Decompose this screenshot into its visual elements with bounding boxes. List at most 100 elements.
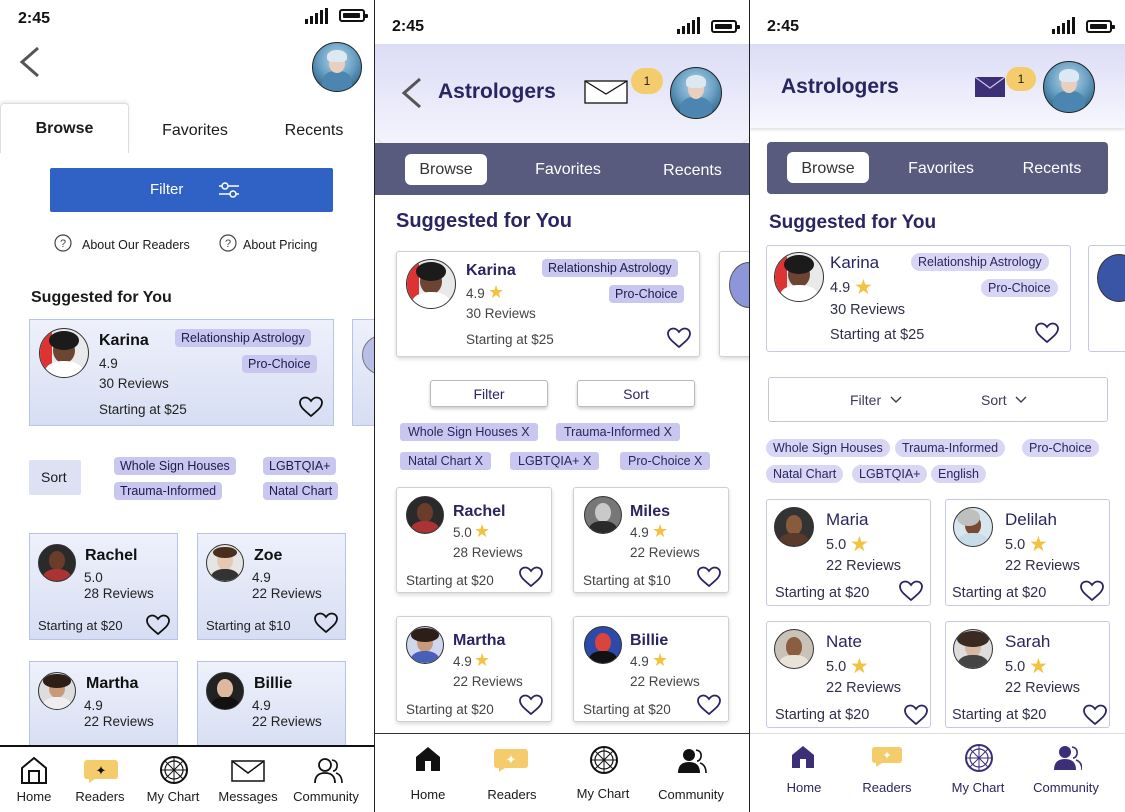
chart-wheel-icon[interactable] bbox=[964, 743, 994, 773]
filter-tag[interactable]: Natal Chart bbox=[766, 465, 844, 483]
reader-rating: 4.9 bbox=[830, 280, 851, 296]
home-icon[interactable] bbox=[19, 755, 49, 785]
nav-messages[interactable]: Messages bbox=[217, 789, 279, 804]
heart-icon[interactable] bbox=[519, 566, 543, 588]
chevron-down-icon[interactable] bbox=[889, 395, 903, 404]
tab-browse-label[interactable]: Browse bbox=[787, 160, 869, 178]
nav-community[interactable]: Community bbox=[653, 787, 729, 802]
heart-icon[interactable] bbox=[899, 580, 923, 602]
mail-icon[interactable] bbox=[584, 80, 628, 104]
profile-avatar[interactable] bbox=[312, 42, 362, 92]
reader-name: Zoe bbox=[254, 547, 283, 564]
about-pricing-link[interactable]: About Pricing bbox=[243, 238, 317, 252]
filter-dropdown[interactable]: Filter bbox=[850, 392, 881, 408]
profile-avatar[interactable] bbox=[670, 67, 722, 119]
heart-icon[interactable] bbox=[697, 566, 721, 588]
community-icon[interactable] bbox=[1054, 745, 1082, 771]
billie-avatar bbox=[206, 672, 244, 710]
nav-home[interactable]: Home bbox=[4, 789, 64, 804]
nav-home[interactable]: Home bbox=[774, 780, 834, 795]
sort-dropdown[interactable]: Sort bbox=[981, 392, 1007, 408]
mail-icon[interactable] bbox=[231, 760, 265, 782]
reader-price: Starting at $20 bbox=[38, 618, 123, 633]
chart-wheel-icon[interactable] bbox=[159, 755, 189, 785]
back-arrow-icon[interactable] bbox=[400, 77, 424, 109]
tab-recents[interactable]: Recents bbox=[650, 162, 735, 180]
screen-browse-v3: 2:45 Astrologers 1 Browse Favorites Rece… bbox=[750, 0, 1125, 812]
heart-icon[interactable] bbox=[1080, 580, 1104, 602]
sarah-avatar bbox=[953, 629, 993, 669]
star-icon: ★ bbox=[488, 282, 505, 302]
heart-icon[interactable] bbox=[314, 612, 338, 634]
reader-rating: 4.9 bbox=[84, 698, 103, 713]
filter-tag[interactable]: Whole Sign Houses bbox=[114, 457, 236, 475]
nav-community[interactable]: Community bbox=[1028, 780, 1104, 795]
signal-icon bbox=[305, 8, 328, 24]
filter-tag[interactable]: Trauma-Informed bbox=[895, 439, 1006, 457]
heart-icon[interactable] bbox=[299, 396, 323, 418]
home-icon[interactable] bbox=[790, 744, 816, 770]
notification-badge: 1 bbox=[631, 68, 663, 94]
tab-favorites[interactable]: Favorites bbox=[891, 160, 991, 178]
heart-icon[interactable] bbox=[519, 694, 543, 716]
filter-tag[interactable]: LGBTQIA+ bbox=[263, 457, 337, 475]
reader-rating: 4.9 bbox=[453, 654, 472, 669]
filter-button[interactable]: Filter bbox=[430, 380, 548, 407]
tab-browse-label[interactable]: Browse bbox=[0, 120, 129, 138]
heart-icon[interactable] bbox=[146, 614, 170, 636]
filter-tag[interactable]: Natal Chart bbox=[263, 482, 339, 500]
tab-recents[interactable]: Recents bbox=[1009, 160, 1095, 178]
filter-button[interactable] bbox=[50, 168, 333, 212]
martha-avatar bbox=[38, 672, 76, 710]
readers-icon[interactable]: ✦ bbox=[871, 745, 903, 769]
filter-button-label[interactable]: Filter bbox=[150, 181, 183, 198]
profile-avatar[interactable] bbox=[1043, 61, 1095, 113]
about-readers-link[interactable]: About Our Readers bbox=[82, 238, 190, 252]
filter-tag[interactable]: Trauma-Informed X bbox=[556, 423, 680, 441]
nav-readers[interactable]: Readers bbox=[857, 780, 917, 795]
nav-my-chart[interactable]: My Chart bbox=[948, 780, 1008, 795]
reader-name: Martha bbox=[453, 632, 506, 649]
community-icon[interactable] bbox=[677, 747, 707, 775]
nav-my-chart[interactable]: My Chart bbox=[143, 789, 203, 804]
filter-tag[interactable]: Pro-Choice X bbox=[620, 452, 711, 470]
tab-favorites[interactable]: Favorites bbox=[518, 161, 618, 179]
heart-icon[interactable] bbox=[1035, 322, 1059, 344]
reader-price: Starting at $20 bbox=[775, 585, 870, 601]
nav-readers[interactable]: Readers bbox=[482, 787, 542, 802]
filter-tag[interactable]: Trauma-Informed bbox=[114, 482, 223, 500]
star-icon: ★ bbox=[850, 655, 869, 678]
section-title: Suggested for You bbox=[769, 212, 937, 233]
chevron-down-icon[interactable] bbox=[1014, 395, 1028, 404]
status-time: 2:45 bbox=[392, 18, 425, 35]
heart-icon[interactable] bbox=[697, 694, 721, 716]
home-icon[interactable] bbox=[414, 745, 442, 773]
filter-tag[interactable]: Whole Sign Houses X bbox=[400, 423, 538, 441]
reader-rating: 5.0 bbox=[1005, 537, 1026, 553]
nav-readers[interactable]: Readers bbox=[70, 789, 130, 804]
mail-icon[interactable] bbox=[975, 77, 1005, 97]
readers-icon[interactable]: ✦ bbox=[83, 756, 119, 784]
filter-tag[interactable]: English bbox=[931, 465, 986, 483]
readers-icon[interactable]: ✦ bbox=[493, 747, 529, 775]
back-arrow-icon[interactable] bbox=[18, 46, 42, 78]
filter-tag[interactable]: LGBTQIA+ bbox=[852, 465, 928, 483]
heart-icon[interactable] bbox=[667, 327, 691, 349]
tab-browse-label[interactable]: Browse bbox=[405, 161, 487, 179]
filter-tag[interactable]: Whole Sign Houses bbox=[766, 439, 890, 457]
tab-favorites[interactable]: Favorites bbox=[140, 122, 250, 140]
community-icon[interactable] bbox=[313, 756, 343, 784]
nav-community[interactable]: Community bbox=[290, 789, 362, 804]
heart-icon[interactable] bbox=[1083, 704, 1107, 726]
chart-wheel-icon[interactable] bbox=[589, 745, 619, 775]
tab-recents[interactable]: Recents bbox=[260, 122, 368, 140]
sort-button[interactable]: Sort bbox=[577, 380, 695, 407]
rachel-avatar bbox=[406, 496, 444, 534]
nav-my-chart[interactable]: My Chart bbox=[573, 786, 633, 801]
filter-tag[interactable]: LGBTQIA+ X bbox=[510, 452, 600, 470]
heart-icon[interactable] bbox=[904, 704, 928, 726]
filter-tag[interactable]: Pro-Choice bbox=[1022, 439, 1099, 457]
sort-button-label[interactable]: Sort bbox=[41, 469, 67, 485]
filter-tag[interactable]: Natal Chart X bbox=[400, 452, 492, 470]
nav-home[interactable]: Home bbox=[398, 787, 458, 802]
